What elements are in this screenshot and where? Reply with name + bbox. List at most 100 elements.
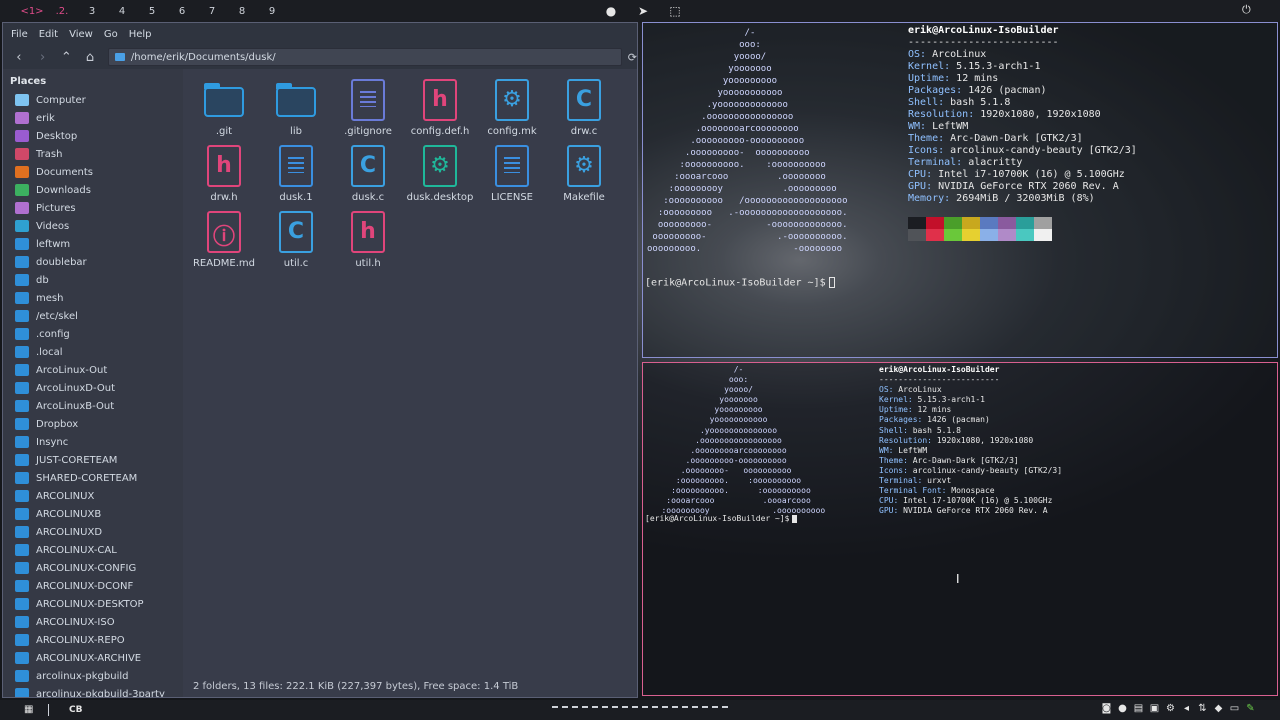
screenshot-icon[interactable]: ⬚ <box>668 4 682 18</box>
file-item[interactable]: .gitignore <box>332 77 404 137</box>
sidebar-item[interactable]: ARCOLINUX-CAL <box>3 541 183 559</box>
sidebar-item[interactable]: ARCOLINUX-DCONF <box>3 577 183 595</box>
workspace-3[interactable]: 3 <box>77 6 107 17</box>
sidebar-item[interactable]: arcolinux-pkgbuild <box>3 667 183 685</box>
menu-file[interactable]: File <box>11 29 28 40</box>
sidebar-item[interactable]: mesh <box>3 289 183 307</box>
workspace-8[interactable]: 8 <box>227 6 257 17</box>
sidebar-item[interactable]: Documents <box>3 163 183 181</box>
file-item[interactable]: h config.def.h <box>404 77 476 137</box>
lock-icon[interactable]: ▭ <box>1229 703 1240 714</box>
sidebar-item[interactable]: JUST-CORETEAM <box>3 451 183 469</box>
sidebar-item[interactable]: Dropbox <box>3 415 183 433</box>
file-item[interactable]: Cutil.c <box>260 209 332 269</box>
sidebar-item[interactable]: .config <box>3 325 183 343</box>
settings-icon[interactable]: ⚙ <box>1165 703 1176 714</box>
menu-edit[interactable]: Edit <box>39 29 58 40</box>
network-icon[interactable]: ⇅ <box>1197 703 1208 714</box>
sidebar-item[interactable]: ArcoLinuxD-Out <box>3 379 183 397</box>
workspace-1[interactable]: <1> <box>17 6 47 17</box>
dropbox-icon[interactable]: ◆ <box>1213 703 1224 714</box>
clipboard-icon[interactable]: ▣ <box>1149 703 1160 714</box>
archive-icon[interactable]: ▤ <box>1133 703 1144 714</box>
folder-icon <box>15 616 29 628</box>
app-grid-icon[interactable]: ▦ <box>24 705 34 715</box>
color-swatch <box>944 217 962 229</box>
workspace-5[interactable]: 5 <box>137 6 167 17</box>
file-item[interactable]: Cdrw.c <box>548 77 620 137</box>
sidebar-item[interactable]: ArcoLinux-Out <box>3 361 183 379</box>
workspace-7[interactable]: 7 <box>197 6 227 17</box>
file-item[interactable]: h drw.h <box>188 143 260 203</box>
info-key: Resolution <box>908 109 969 120</box>
sidebar-item[interactable]: ARCOLINUX-DESKTOP <box>3 595 183 613</box>
sidebar-item[interactable]: ArcoLinuxB-Out <box>3 397 183 415</box>
workspace-9[interactable]: 9 <box>257 6 287 17</box>
workspace-2[interactable]: .2. <box>47 6 77 17</box>
sidebar-item[interactable]: arcolinux-pkgbuild-3party <box>3 685 183 697</box>
workspace-4[interactable]: 4 <box>107 6 137 17</box>
file-item[interactable]: dusk.1 <box>260 143 332 203</box>
discord-icon[interactable]: ● <box>604 4 618 18</box>
reload-icon[interactable]: ⟳ <box>628 51 637 64</box>
color-swatch <box>1034 217 1052 229</box>
sidebar-item[interactable]: ARCOLINUX <box>3 487 183 505</box>
menu-help[interactable]: Help <box>129 29 152 40</box>
trash-icon <box>15 148 29 160</box>
sidebar-item[interactable]: ARCOLINUX-REPO <box>3 631 183 649</box>
text-file-icon <box>491 143 533 189</box>
sidebar-item[interactable]: ARCOLINUX-ARCHIVE <box>3 649 183 667</box>
sidebar-item[interactable]: Desktop <box>3 127 183 145</box>
file-item[interactable]: .git <box>188 77 260 137</box>
file-item[interactable]: ⚙ dusk.desktop <box>404 143 476 203</box>
home-button[interactable]: ⌂ <box>78 50 102 65</box>
folder-icon <box>15 274 29 286</box>
sidebar-item[interactable]: .local <box>3 343 183 361</box>
menu-go[interactable]: Go <box>104 29 118 40</box>
sidebar-item[interactable]: Downloads <box>3 181 183 199</box>
info-value: Arc-Dawn-Dark [GTK2/3] <box>912 455 1019 465</box>
sidebar-item[interactable]: Videos <box>3 217 183 235</box>
location-bar[interactable]: /home/erik/Documents/dusk/ <box>107 48 622 66</box>
back-button[interactable]: ‹ <box>7 50 31 65</box>
sidebar-item[interactable]: erik <box>3 109 183 127</box>
file-item[interactable]: ⚙ Makefile <box>548 143 620 203</box>
telegram-icon[interactable]: ➤ <box>636 4 650 18</box>
sidebar-item-label: SHARED-CORETEAM <box>36 472 138 484</box>
sidebar-item-label: Desktop <box>36 130 78 142</box>
camera-icon[interactable]: ◙ <box>1101 703 1112 714</box>
sidebar-item[interactable]: ARCOLINUXB <box>3 505 183 523</box>
discord-tray-icon[interactable]: ● <box>1117 703 1128 714</box>
file-item[interactable]: ⚙ config.mk <box>476 77 548 137</box>
menu-view[interactable]: View <box>69 29 93 40</box>
sidebar-item-label: JUST-CORETEAM <box>36 454 118 466</box>
color-swatch <box>908 217 926 229</box>
sidebar-item[interactable]: db <box>3 271 183 289</box>
terminal-alacritty[interactable]: /- ooo: yoooo/ yooooooo yooooooooo yoooo… <box>642 22 1278 358</box>
update-icon[interactable]: ✎ <box>1245 703 1256 714</box>
sidebar-item[interactable]: ARCOLINUX-CONFIG <box>3 559 183 577</box>
sidebar-item[interactable]: ARCOLINUX-ISO <box>3 613 183 631</box>
forward-button[interactable]: › <box>31 50 55 65</box>
file-item[interactable]: ⓘ README.md <box>188 209 260 269</box>
workspace-6[interactable]: 6 <box>167 6 197 17</box>
sidebar-item[interactable]: /etc/skel <box>3 307 183 325</box>
sidebar-item[interactable]: leftwm <box>3 235 183 253</box>
info-value: ArcoLinux <box>932 49 987 60</box>
sidebar-item[interactable]: Trash <box>3 145 183 163</box>
sidebar-item-label: Downloads <box>36 184 91 196</box>
file-item[interactable]: LICENSE <box>476 143 548 203</box>
terminal-urxvt[interactable]: /- ooo: yoooo/ yooooooo yooooooooo yoooo… <box>642 362 1278 696</box>
sidebar-item[interactable]: Insync <box>3 433 183 451</box>
sidebar-item[interactable]: Pictures <box>3 199 183 217</box>
sidebar-item[interactable]: Computer <box>3 91 183 109</box>
up-button[interactable]: ⌃ <box>54 50 78 65</box>
sidebar-item[interactable]: SHARED-CORETEAM <box>3 469 183 487</box>
file-item[interactable]: Cdusk.c <box>332 143 404 203</box>
power-icon[interactable]: ⏻ <box>1242 4 1254 16</box>
sidebar-item[interactable]: doublebar <box>3 253 183 271</box>
file-item[interactable]: h util.h <box>332 209 404 269</box>
sidebar-item[interactable]: ARCOLINUXD <box>3 523 183 541</box>
file-item[interactable]: lib <box>260 77 332 137</box>
volume-icon[interactable]: ◂ <box>1181 703 1192 714</box>
